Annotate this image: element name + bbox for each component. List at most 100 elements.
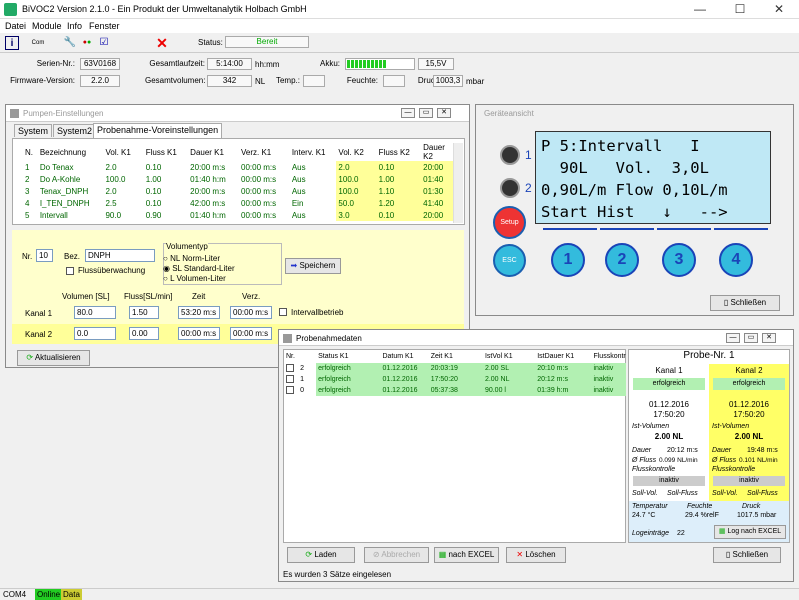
speichern-button[interactable]: ➡ Speichern <box>285 258 341 274</box>
presets-table: N. Bezeichnung Vol. K1 Fluss K1 Dauer K1 Verz… <box>23 143 453 221</box>
table-row[interactable]: 4 I_TEN_DNPH 2.5 0.10 42:00 m:s 00:00 m:s Ein 5… <box>23 197 453 209</box>
key-4[interactable]: 4 <box>719 243 753 277</box>
esc-button[interactable]: ESC <box>493 244 526 277</box>
table-row[interactable]: 2 erfolgreich 01.12.2016 20:03:19 2.00 SL 20:… <box>284 363 626 374</box>
info-icon[interactable]: i <box>5 36 19 50</box>
feuchte-value: 29.4 %relF <box>685 512 719 519</box>
column-header: Dauer K2 <box>423 143 445 161</box>
menu-fenster[interactable]: Fenster <box>89 21 120 31</box>
table-row[interactable]: 1 erfolgreich 01.12.2016 17:50:20 2.00 NL 20:… <box>284 374 626 385</box>
log-excel-button[interactable]: ▦ Log nach EXCEL <box>714 525 786 539</box>
wrench-icon[interactable]: 🔧 <box>63 36 77 50</box>
aktualisieren-button[interactable]: ⟳ Aktualisieren <box>17 350 90 366</box>
nr-input[interactable]: 10 <box>36 249 53 262</box>
fluss-label: Flussüberwachung <box>78 266 146 275</box>
row-checkbox[interactable] <box>286 385 294 394</box>
checklist-icon[interactable]: ☑ <box>97 36 111 50</box>
led-1-label: 1 <box>525 148 532 162</box>
radio-l[interactable]: ○ L Volumen-Liter <box>163 274 226 283</box>
minimize-button[interactable]: — <box>401 108 415 118</box>
radio-sl[interactable]: ◉ SL Standard-Liter <box>163 264 235 273</box>
menu-module[interactable]: Module <box>32 21 62 31</box>
toolbar: i Com 🔧 ●● ☑ ✕ Status: Bereit <box>0 33 799 53</box>
column-header: Bezeichnung <box>39 147 87 157</box>
minimize-button[interactable]: — <box>726 333 740 343</box>
restore-button[interactable]: ▭ <box>744 333 758 343</box>
lcd-line: Start Hist ↓ --> <box>541 203 728 221</box>
close-button[interactable]: ✕ <box>762 333 776 343</box>
tab-system[interactable]: System <box>14 124 53 137</box>
setup-button[interactable]: Setup <box>493 206 526 239</box>
k2-zeit-input[interactable]: 00:00 m:s <box>178 327 220 340</box>
k2-fluss-input[interactable]: 0.00 <box>129 327 159 340</box>
speichern-label: Speichern <box>299 261 336 270</box>
row-checkbox[interactable] <box>286 363 294 372</box>
key-2[interactable]: 2 <box>605 243 639 277</box>
k2-soll-fluss: Soll-Fluss <box>747 490 778 497</box>
k2-verz-input[interactable]: 00:00 m:s <box>230 327 272 340</box>
feuchte-label: Feuchte: <box>346 76 378 85</box>
maximize-button[interactable]: ☐ <box>720 0 760 19</box>
table-cell: 90.0 <box>105 210 122 220</box>
volumentyp-label: Volumentyp <box>166 242 208 251</box>
column-header: Vol. K2 <box>338 147 364 157</box>
geraet-schliessen-button[interactable]: ▯ Schließen <box>710 295 780 311</box>
table-cell: Aus <box>291 162 306 172</box>
radio-nl[interactable]: ○ NL Norm-Liter <box>163 254 220 263</box>
table-cell: Do Tenax <box>39 162 74 172</box>
table-cell: 100.0 <box>336 173 377 185</box>
loeschen-button[interactable]: ✕ Löschen <box>506 547 566 563</box>
stop-icon: ⊘ <box>372 550 380 559</box>
table-cell: 2 <box>25 174 30 184</box>
abbrechen-button[interactable]: ⊘ Abbrechen <box>364 547 429 563</box>
table-cell: erfolgreich <box>316 363 381 374</box>
column-header: Fluss K1 <box>145 147 177 157</box>
table-row[interactable]: 3 Tenax_DNPH 2.0 0.10 20:00 m:s 00:00 m:s Aus 1… <box>23 185 453 197</box>
tab-probenahme[interactable]: Probenahme-Voreinstellungen <box>93 123 223 138</box>
table-cell: 01:30 <box>421 185 453 197</box>
table-cell: 01.12.2016 <box>380 363 429 374</box>
akku-label: Akku: <box>319 59 340 68</box>
key-1[interactable]: 1 <box>551 243 585 277</box>
excel-button[interactable]: ▦ nach EXCEL <box>434 547 499 563</box>
probe-schliessen-button[interactable]: ▯ Schließen <box>713 547 781 563</box>
firmware-value: 2.2.0 <box>80 75 120 87</box>
table-row[interactable]: 0 erfolgreich 01.12.2016 05:37:38 90.00 l 01:… <box>284 385 626 396</box>
probe-header: Probenahmedaten — ▭ ✕ <box>279 330 793 346</box>
com-icon[interactable]: Com <box>31 36 45 50</box>
log-excel-label: Log nach EXCEL <box>727 528 782 535</box>
laden-button[interactable]: ⟳ Laden <box>287 547 355 563</box>
k1-zeit-input[interactable]: 53:20 m:s <box>178 306 220 319</box>
close-button[interactable]: ✕ <box>437 108 451 118</box>
table-row[interactable]: 2 Do A-Kohle 100.0 1.00 01:40 h:m 00:00 m:s Au… <box>23 173 453 185</box>
scrollbar[interactable] <box>453 143 463 223</box>
key-line-1 <box>543 228 597 230</box>
status-label: Status: <box>198 38 223 47</box>
k1-verz-input[interactable]: 00:00 m:s <box>230 306 272 319</box>
fluss-checkbox[interactable] <box>66 267 74 275</box>
menu-datei[interactable]: Datei <box>5 21 26 31</box>
tab-system2[interactable]: System2 <box>53 124 97 137</box>
column-header: Flusskontr <box>593 353 626 360</box>
table-cell: 01.12.2016 <box>380 385 429 396</box>
cancel-icon[interactable]: ✕ <box>155 36 169 50</box>
feuchte-label: Feuchte <box>687 503 713 510</box>
k1-fluss-input[interactable]: 1.50 <box>129 306 159 319</box>
restore-button[interactable]: ▭ <box>419 108 433 118</box>
k1-dauer: 20:12 m:s <box>667 447 698 454</box>
key-3[interactable]: 3 <box>662 243 696 277</box>
k1-vol-input[interactable]: 80.0 <box>74 306 116 319</box>
intervall-checkbox[interactable] <box>279 308 287 316</box>
dots-icon[interactable]: ●● <box>80 36 94 50</box>
table-cell: 0.10 <box>145 198 162 208</box>
close-button[interactable]: ✕ <box>759 0 799 19</box>
table-cell: 5 <box>25 210 30 220</box>
k2-vol-input[interactable]: 0.0 <box>74 327 116 340</box>
minimize-button[interactable]: — <box>680 0 720 19</box>
table-row[interactable]: 5 Intervall 90.0 0.90 01:40 h:m 00:00 m:s Aus 3… <box>23 209 453 221</box>
table-row[interactable]: 1 Do Tenax 2.0 0.10 20:00 m:s 00:00 m:s Aus 2.0… <box>23 161 453 173</box>
row-checkbox[interactable] <box>286 374 294 383</box>
bez-input[interactable]: DNPH <box>85 249 155 262</box>
table-cell: 20:10 m:s <box>535 363 592 374</box>
menu-info[interactable]: Info <box>67 21 82 31</box>
